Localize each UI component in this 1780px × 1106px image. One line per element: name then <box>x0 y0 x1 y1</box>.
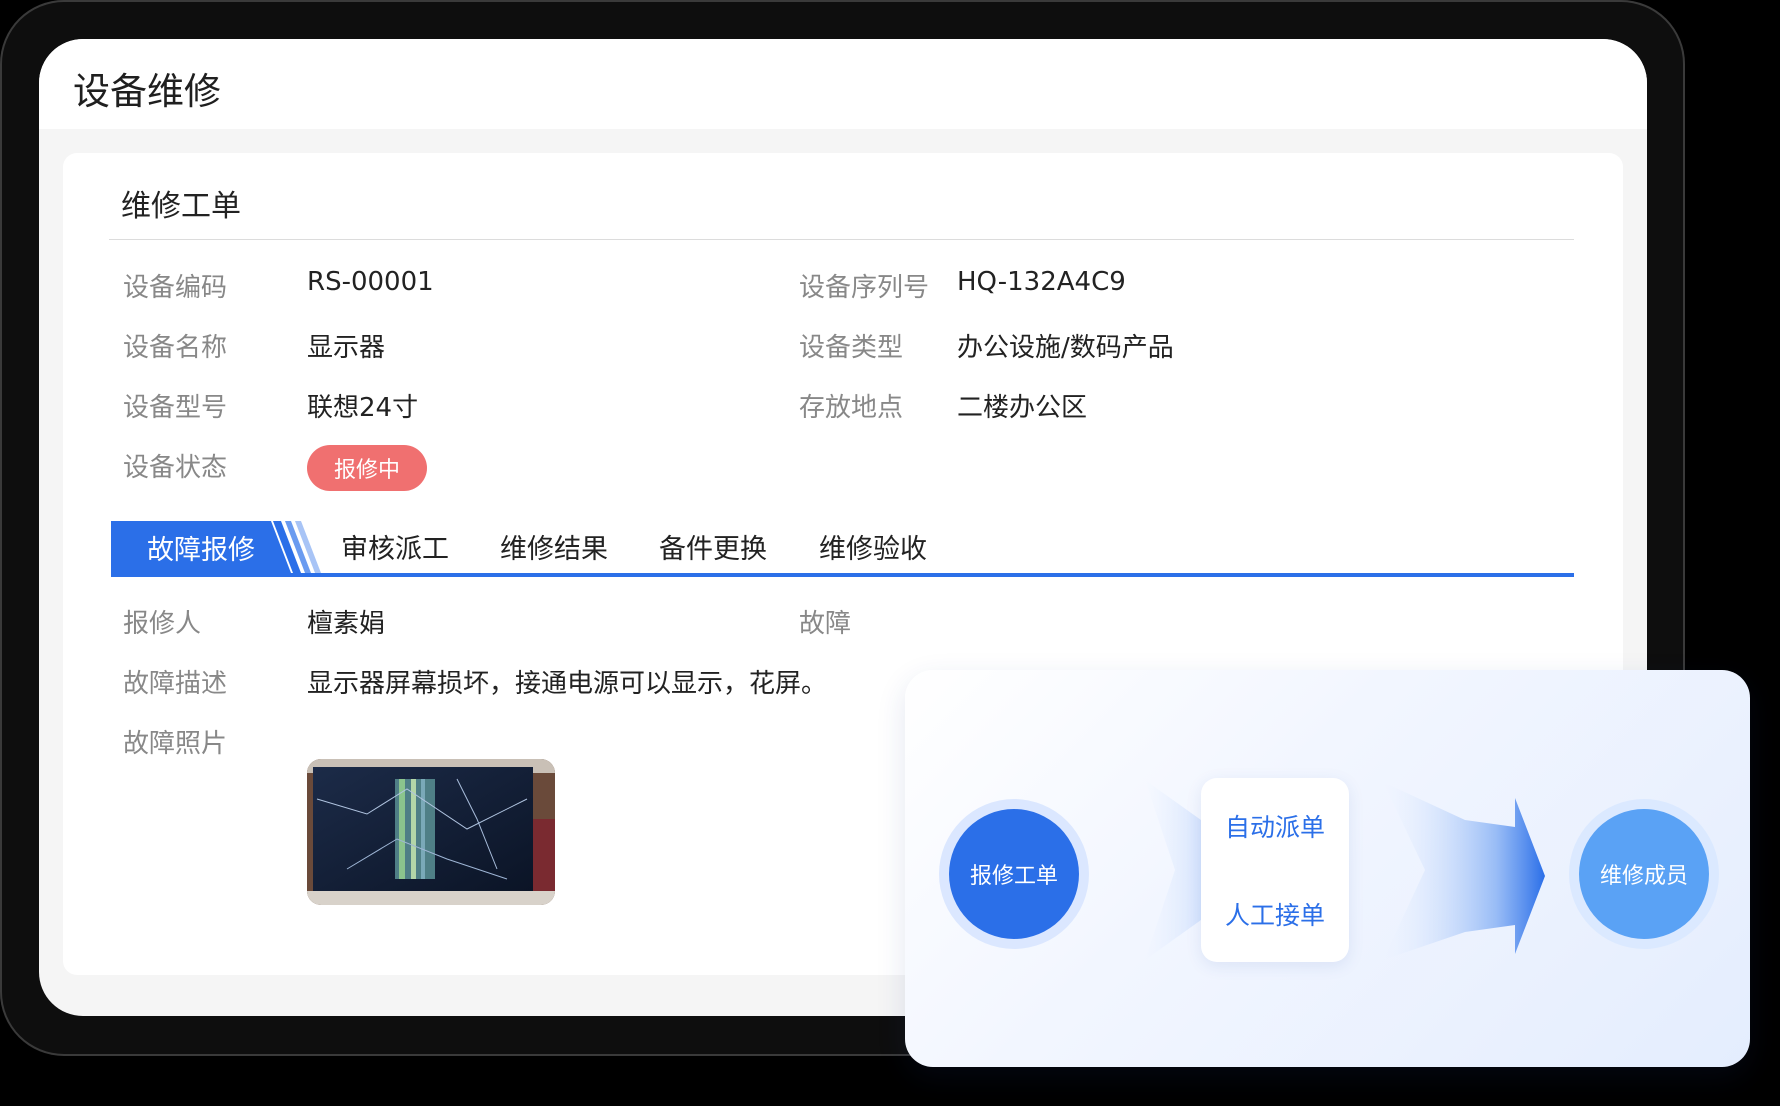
serial-number-label: 设备序列号 <box>799 273 930 303</box>
tab-stripes-decoration <box>273 521 321 573</box>
card-title: 维修工单 <box>121 189 241 224</box>
device-name-label: 设备名称 <box>123 333 228 363</box>
device-type-label: 设备类型 <box>799 333 904 363</box>
fault-partial-label: 故障 <box>799 609 852 639</box>
broken-monitor-image <box>307 759 555 905</box>
repair-order-node: 报修工单 <box>949 809 1079 939</box>
tab-underline <box>111 573 1574 577</box>
fault-description-label: 故障描述 <box>123 669 228 699</box>
page-title: 设备维修 <box>73 70 221 113</box>
device-code-label: 设备编码 <box>123 273 228 303</box>
fault-description-value: 显示器屏幕损坏，接通电源可以显示，花屏。 <box>307 669 828 699</box>
auto-dispatch-option[interactable]: 自动派单 <box>1201 808 1349 844</box>
divider <box>109 239 1574 240</box>
device-model-label: 设备型号 <box>123 393 228 423</box>
tab-review-dispatch[interactable]: 审核派工 <box>341 527 449 566</box>
device-model-value: 联想24寸 <box>307 393 419 423</box>
reporter-value: 檀素娟 <box>307 609 386 639</box>
dispatch-flow-card: 报修工单 自动派单 人工接单 维修成员 <box>905 670 1750 1067</box>
location-value: 二楼办公区 <box>957 393 1088 423</box>
dispatch-options-box: 自动派单 人工接单 <box>1201 778 1349 962</box>
location-label: 存放地点 <box>799 393 904 423</box>
tab-parts-replacement[interactable]: 备件更换 <box>659 527 767 566</box>
device-type-value: 办公设施/数码产品 <box>957 333 1174 363</box>
tab-bar: 故障报修 审核派工 维修结果 备件更换 维修验收 <box>111 521 1574 577</box>
tab-fault-report[interactable]: 故障报修 <box>111 521 291 573</box>
page-header: 设备维修 <box>39 39 1647 129</box>
repair-member-node: 维修成员 <box>1579 809 1709 939</box>
fault-photo[interactable] <box>307 759 555 905</box>
serial-number-value: HQ-132A4C9 <box>957 267 1126 297</box>
status-badge: 报修中 <box>307 445 427 491</box>
tab-repair-acceptance[interactable]: 维修验收 <box>819 527 927 566</box>
fault-photo-label: 故障照片 <box>123 729 228 759</box>
manual-accept-option[interactable]: 人工接单 <box>1201 896 1349 932</box>
device-status-label: 设备状态 <box>123 453 228 483</box>
tab-repair-result[interactable]: 维修结果 <box>500 527 608 566</box>
device-code-value: RS-00001 <box>307 267 434 297</box>
device-name-value: 显示器 <box>307 333 386 363</box>
reporter-label: 报修人 <box>123 609 202 639</box>
